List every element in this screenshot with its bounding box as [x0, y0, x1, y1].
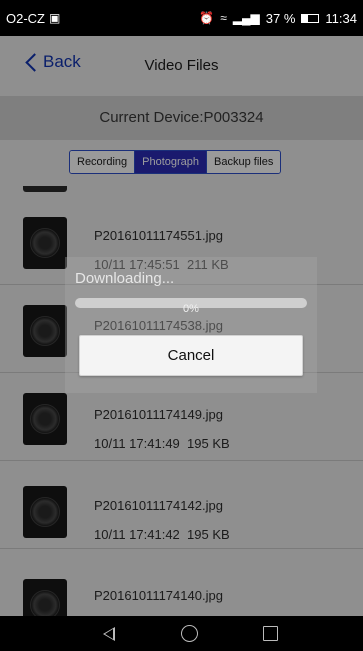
triangle-back-icon[interactable]	[103, 627, 115, 641]
photo-thumbnail	[23, 393, 67, 445]
file-date: 10/11 17:41:42	[94, 527, 180, 542]
list-item-thumbnail-partial	[23, 186, 67, 192]
dialog-title: Downloading...	[75, 270, 175, 287]
circle-home-icon[interactable]	[181, 625, 198, 642]
status-bar: O2-CZ ▣ ⏰ ≈ ▂▄▆ 37 % 11:34	[0, 0, 363, 36]
photo-thumbnail	[23, 217, 67, 269]
photo-thumbnail	[23, 579, 67, 616]
file-size: 195 KB	[187, 527, 230, 542]
current-device-label: Current Device:P003324	[0, 96, 363, 140]
tab-recording[interactable]: Recording	[70, 151, 136, 173]
signal-icon: ▂▄▆	[232, 11, 260, 25]
cancel-button[interactable]: Cancel	[79, 335, 303, 376]
wifi-icon: ≈	[220, 11, 227, 25]
page-title: Video Files	[144, 57, 219, 74]
carrier-label: O2-CZ	[6, 10, 45, 26]
alarm-icon: ⏰	[199, 11, 215, 25]
tab-photograph[interactable]: Photograph	[135, 151, 208, 173]
file-name: P20161011174142.jpg	[94, 498, 223, 513]
file-date: 10/11 17:41:49	[94, 436, 180, 451]
progress-percent-label: 0%	[183, 303, 199, 315]
tab-backup-files[interactable]: Backup files	[207, 151, 281, 173]
image-icon: ▣	[49, 11, 61, 25]
list-item[interactable]: P20161011174140.jpg	[0, 549, 363, 616]
file-name: P20161011174140.jpg	[94, 588, 223, 603]
camera-lens-icon	[30, 316, 60, 346]
camera-lens-icon	[30, 590, 60, 616]
navigation-bar: Back Video Files	[0, 36, 363, 96]
battery-percent: 37 %	[265, 10, 296, 26]
download-dialog: Downloading... 0% Cancel	[65, 257, 317, 393]
file-size: 195 KB	[187, 436, 230, 451]
file-meta: 10/11 17:41:49 195 KB	[94, 436, 230, 451]
segmented-control: Recording Photograph Backup files	[69, 150, 282, 174]
square-recent-apps-icon[interactable]	[263, 626, 278, 641]
system-navigation-bar	[0, 616, 363, 651]
file-name: P20161011174149.jpg	[94, 407, 223, 422]
file-name: P20161011174551.jpg	[94, 228, 223, 243]
camera-lens-icon	[30, 228, 60, 258]
file-meta: 10/11 17:41:42 195 KB	[94, 527, 230, 542]
file-list: P20161011174551.jpg 10/11 17:45:51 211 K…	[0, 186, 363, 616]
tab-bar: Recording Photograph Backup files	[0, 140, 363, 186]
photo-thumbnail	[23, 486, 67, 538]
camera-lens-icon	[30, 404, 60, 434]
photo-thumbnail	[23, 305, 67, 357]
clock: 11:34	[325, 10, 357, 26]
list-item[interactable]: P20161011174142.jpg 10/11 17:41:42 195 K…	[0, 461, 363, 549]
camera-lens-icon	[30, 497, 60, 527]
battery-icon	[301, 13, 320, 23]
